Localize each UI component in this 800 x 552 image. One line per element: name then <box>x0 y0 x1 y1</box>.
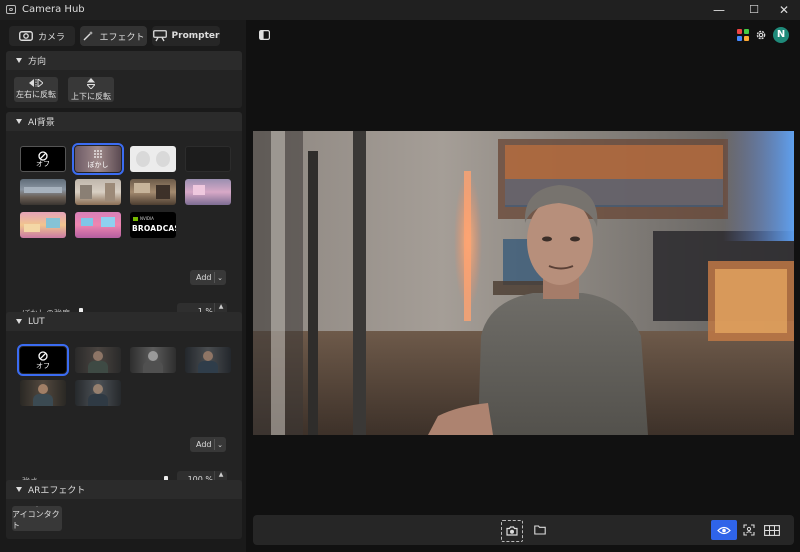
flip-vertical-button[interactable]: 上下に反転 <box>68 77 114 102</box>
ai-background-cartoon2-thumb[interactable] <box>75 212 121 238</box>
open-folder-button[interactable] <box>531 520 549 540</box>
maximize-button[interactable]: ☐ <box>740 0 768 20</box>
preview-area: N <box>246 20 800 552</box>
broadcast-label: BROADCAST <box>132 224 176 233</box>
ai-background-pink-room-thumb[interactable] <box>185 179 231 205</box>
lut-off-label: オフ <box>36 362 50 370</box>
section-ar-effect-body: アイコンタクト <box>6 499 242 539</box>
grid-overlay-button[interactable] <box>762 520 782 540</box>
ai-background-off-thumb[interactable]: オフ <box>20 146 66 172</box>
flip-horizontal-icon <box>29 79 43 87</box>
section-ai-background-body: オフ ぼかし NVIDIA BROADCA Add ⌄ ▲ <box>6 131 242 329</box>
lut-thumb-5[interactable] <box>75 380 121 406</box>
chevron-down-icon: ⌄ <box>217 273 223 282</box>
tab-effects[interactable]: エフェクト <box>80 26 147 46</box>
flip-horizontal-button[interactable]: 左右に反転 <box>14 77 58 102</box>
avatar[interactable]: N <box>773 27 789 43</box>
section-lut-header[interactable]: LUT <box>6 312 242 331</box>
ai-background-blur-thumb[interactable]: ぼかし <box>72 143 124 175</box>
chevron-down-icon <box>16 119 22 124</box>
magic-wand-icon <box>83 31 94 41</box>
ai-background-add-label: Add <box>196 273 212 282</box>
lut-thumb-3[interactable] <box>185 347 231 373</box>
section-ai-background-title: AI背景 <box>28 118 55 128</box>
tab-prompter[interactable]: Prompter <box>152 26 220 46</box>
blur-icon <box>94 150 102 158</box>
nvidia-logo-icon <box>133 217 138 221</box>
chevron-down-icon: ⌄ <box>217 440 223 449</box>
tab-camera[interactable]: カメラ <box>9 26 75 46</box>
eye-contact-label: アイコンタクト <box>12 510 60 530</box>
tab-prompter-label: Prompter <box>171 31 220 41</box>
section-direction-title: 方向 <box>28 57 47 67</box>
camera-preview-image <box>253 131 794 435</box>
camera-hub-logo-icon <box>6 5 16 14</box>
close-button[interactable]: ✕ <box>770 0 798 20</box>
eye-icon <box>717 526 731 534</box>
panel-toggle-icon[interactable] <box>259 30 270 40</box>
lut-thumb-1[interactable] <box>75 347 121 373</box>
chevron-down-icon <box>16 319 22 324</box>
section-ar-effect-header[interactable]: ARエフェクト <box>6 480 242 499</box>
face-frame-icon <box>743 524 755 536</box>
chevron-down-icon <box>16 58 22 63</box>
lut-add-button[interactable]: Add ⌄ <box>190 437 226 452</box>
app-title: Camera Hub <box>22 4 85 15</box>
gear-icon[interactable] <box>755 29 767 41</box>
grid-icon <box>764 524 780 536</box>
section-direction-body: 左右に反転 上下に反転 <box>6 70 242 108</box>
eye-contact-icon <box>36 506 38 507</box>
lut-off-thumb[interactable]: オフ <box>17 344 69 376</box>
prompter-icon <box>152 30 167 42</box>
flip-vertical-icon <box>87 77 95 89</box>
section-ai-background-header[interactable]: AI背景 <box>6 112 242 131</box>
camera-snapshot-icon <box>506 526 518 536</box>
ai-background-dark-thumb[interactable] <box>185 146 231 172</box>
flip-vertical-label: 上下に反転 <box>71 91 111 101</box>
title-bar: Camera Hub — ☐ ✕ <box>0 0 800 20</box>
section-lut-title: LUT <box>28 316 45 327</box>
snapshot-button[interactable] <box>501 520 523 542</box>
lut-thumb-4[interactable] <box>20 380 66 406</box>
ai-background-room1-thumb[interactable] <box>20 179 66 205</box>
lut-add-label: Add <box>196 440 212 449</box>
ai-background-light-thumb[interactable] <box>130 146 176 172</box>
face-tracking-button[interactable] <box>740 520 758 540</box>
chevron-down-icon <box>16 487 22 492</box>
camera-icon <box>19 31 33 41</box>
tab-effects-label: エフェクト <box>99 32 145 43</box>
apps-grid-icon[interactable] <box>737 29 749 41</box>
eye-contact-button[interactable]: アイコンタクト <box>12 506 62 531</box>
flip-horizontal-label: 左右に反転 <box>16 90 56 99</box>
ai-background-room2-thumb[interactable] <box>75 179 121 205</box>
off-icon <box>38 351 48 361</box>
preview-toolbar <box>253 515 794 545</box>
tab-camera-label: カメラ <box>37 32 65 43</box>
section-direction-header[interactable]: 方向 <box>6 51 242 70</box>
section-ar-effect-title: ARエフェクト <box>28 486 86 496</box>
ai-background-add-button[interactable]: Add ⌄ <box>190 270 226 285</box>
lut-thumb-2[interactable] <box>130 347 176 373</box>
ai-background-broadcast-thumb[interactable]: NVIDIA BROADCAST <box>130 212 176 238</box>
preview-view-button[interactable] <box>711 520 737 540</box>
ai-background-off-label: オフ <box>36 160 50 168</box>
broadcast-brand: NVIDIA <box>140 216 154 221</box>
ai-background-blur-label: ぼかし <box>87 161 109 169</box>
minimize-button[interactable]: — <box>705 0 733 20</box>
folder-icon <box>534 525 546 535</box>
ai-background-room3-thumb[interactable] <box>130 179 176 205</box>
section-lut-body: オフ Add ⌄ 強さ 10 <box>6 331 242 497</box>
ai-background-cartoon1-thumb[interactable] <box>20 212 66 238</box>
left-panel: カメラ エフェクト Prompter 方向 左右に反転 上下に反転 AI背景 オ… <box>0 20 246 552</box>
camera-preview <box>253 131 794 435</box>
